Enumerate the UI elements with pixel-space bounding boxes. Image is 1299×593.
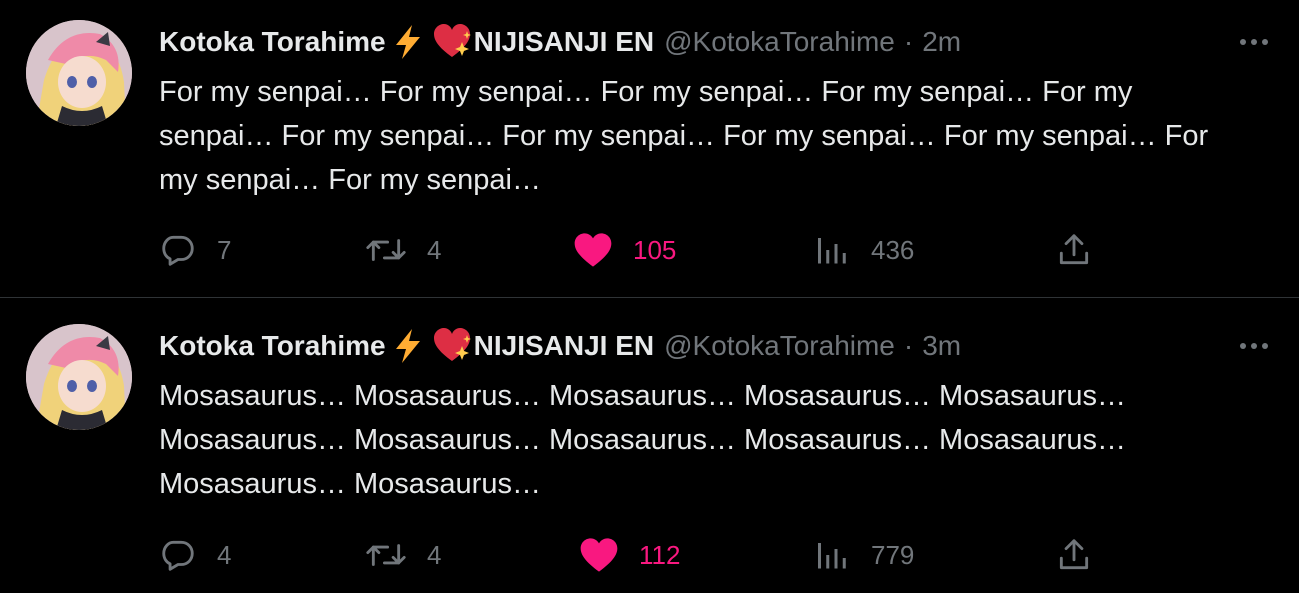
retweet-count: 4 — [427, 539, 442, 570]
more-options-icon[interactable] — [1237, 334, 1271, 358]
share-icon — [1055, 231, 1093, 269]
view-count: 779 — [871, 539, 915, 570]
share-button[interactable] — [1055, 533, 1093, 577]
retweet-button[interactable]: 4 — [365, 228, 441, 272]
avatar[interactable] — [26, 324, 132, 430]
views-button[interactable]: 779 — [815, 533, 914, 577]
retweet-button[interactable]: 4 — [365, 533, 441, 577]
like-button[interactable]: 112 — [579, 533, 680, 577]
views-chart-icon — [815, 231, 851, 269]
user-handle[interactable]: @KotokaTorahime — [664, 330, 895, 362]
views-button[interactable]: 436 — [815, 228, 914, 272]
tweet[interactable]: Kotoka Torahime NIJISANJI EN @KotokaTora… — [0, 0, 1299, 297]
affiliation-label: NIJISANJI EN — [473, 26, 655, 57]
affiliation-label: NIJISANJI EN — [473, 330, 655, 361]
display-name[interactable]: Kotoka Torahime — [159, 26, 386, 58]
sparkling-heart-icon — [432, 22, 472, 62]
more-options-icon[interactable] — [1237, 30, 1271, 54]
reply-button[interactable]: 4 — [159, 533, 231, 577]
like-count: 112 — [639, 539, 681, 570]
reply-count: 7 — [217, 234, 232, 265]
views-chart-icon — [815, 536, 851, 574]
avatar[interactable] — [26, 20, 132, 126]
heart-icon — [573, 231, 613, 269]
high-voltage-icon — [388, 22, 428, 62]
heart-icon — [579, 536, 619, 574]
high-voltage-icon — [388, 326, 428, 366]
reply-icon — [159, 231, 197, 269]
tweet-header: Kotoka Torahime NIJISANJI EN @KotokaTora… — [159, 326, 961, 366]
retweet-icon — [365, 536, 407, 574]
action-bar: 7 4 105 436 — [159, 228, 1159, 272]
separator-dot: · — [903, 330, 914, 361]
tweet-text: For my senpai… For my senpai… For my sen… — [159, 76, 1209, 196]
reply-icon — [159, 536, 197, 574]
user-handle[interactable]: @KotokaTorahime — [664, 26, 895, 58]
share-icon — [1055, 536, 1093, 574]
like-count: 105 — [633, 234, 677, 265]
retweet-icon — [365, 231, 407, 269]
share-button[interactable] — [1055, 228, 1093, 272]
like-button[interactable]: 105 — [573, 228, 676, 272]
separator-dot: · — [903, 26, 914, 57]
timestamp[interactable]: 2m — [922, 26, 961, 58]
view-count: 436 — [871, 234, 915, 265]
timestamp[interactable]: 3m — [922, 330, 961, 362]
retweet-count: 4 — [427, 234, 442, 265]
tweet-text: Mosasaurus… Mosasaurus… Mosasaurus… Mosa… — [159, 380, 1127, 500]
reply-button[interactable]: 7 — [159, 228, 231, 272]
tweet[interactable]: Kotoka Torahime NIJISANJI EN @KotokaTora… — [0, 298, 1299, 593]
tweet-header: Kotoka Torahime NIJISANJI EN @KotokaTora… — [159, 22, 961, 62]
display-name[interactable]: Kotoka Torahime — [159, 330, 386, 362]
action-bar: 4 4 112 779 — [159, 533, 1159, 577]
sparkling-heart-icon — [432, 326, 472, 366]
reply-count: 4 — [217, 539, 232, 570]
